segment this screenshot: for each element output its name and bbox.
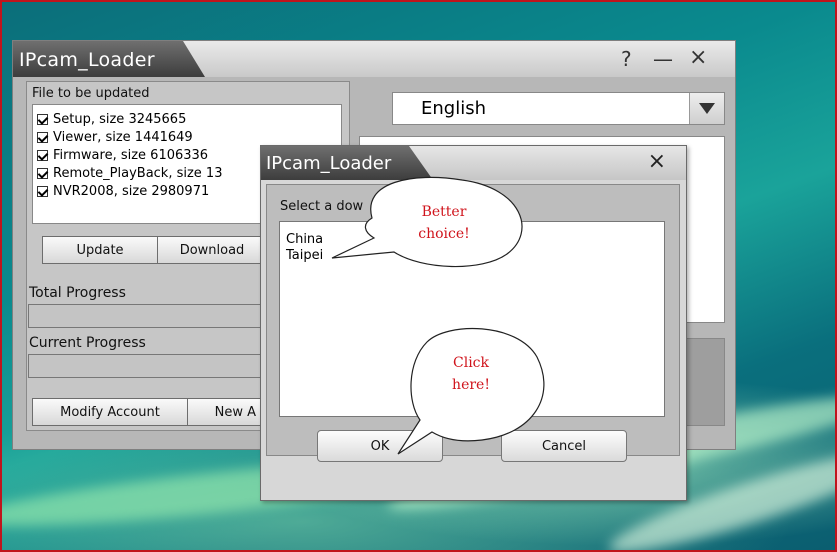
callout-click-here: Click here! — [436, 352, 506, 396]
desktop-background: IPcam_Loader ? — × File to be updated Se… — [0, 0, 837, 552]
callout-overlay — [331, 176, 545, 455]
callout-line: Better — [421, 204, 467, 220]
callout-better-choice: Better choice! — [404, 201, 484, 245]
callout-line: Click — [453, 355, 489, 371]
callout-line: choice! — [418, 226, 470, 242]
callout-line: here! — [452, 377, 490, 393]
